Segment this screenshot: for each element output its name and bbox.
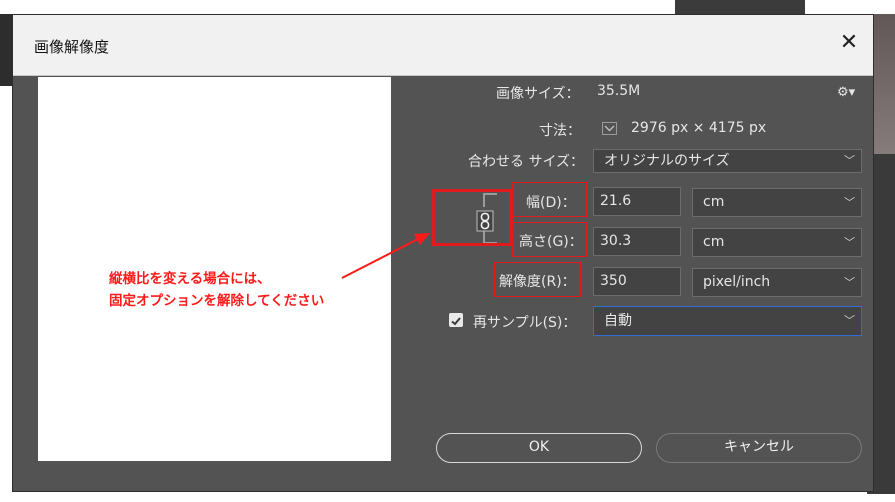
dimensions-unit-toggle[interactable]	[602, 122, 617, 135]
cancel-button[interactable]: キャンセル	[656, 433, 862, 463]
annotation-line-2: 固定オプションを解除してください	[109, 293, 325, 309]
width-value: 21.6	[600, 193, 632, 209]
highlight-width-label	[512, 182, 587, 217]
chevron-down-icon: ﹀	[844, 154, 855, 167]
resample-selected: 自動	[604, 313, 632, 329]
gear-icon[interactable]: ⚙▾	[837, 85, 855, 101]
close-icon[interactable]: ✕	[835, 29, 863, 57]
ok-button[interactable]: OK	[436, 433, 642, 463]
resample-select[interactable]: 自動 ﹀	[593, 306, 862, 336]
resample-label: 再サンプル(S)：	[473, 315, 577, 331]
resolution-input[interactable]: 350	[593, 267, 681, 296]
image-size-dialog: 画像解像度 ✕ 画像サイズ： 35.5M ⚙▾ 寸法： 2976 px × 41…	[12, 14, 874, 492]
background-panel	[675, 0, 805, 14]
annotation-arrow-icon	[341, 233, 430, 279]
height-value: 30.3	[600, 233, 632, 249]
image-size-value: 35.5M	[597, 83, 641, 99]
chevron-down-icon: ﹀	[844, 314, 855, 327]
dimensions-value: 2976 px × 4175 px	[631, 120, 767, 136]
chevron-down-icon: ﹀	[844, 236, 855, 249]
fit-to-label: 合わせる サイズ：	[468, 154, 585, 170]
annotation-line-1: 縦横比を変える場合には、	[109, 271, 271, 287]
resolution-unit: pixel/inch	[703, 274, 771, 290]
height-unit: cm	[703, 234, 725, 250]
highlight-link-box	[432, 189, 513, 246]
width-unit: cm	[703, 194, 725, 210]
resample-checkbox[interactable]	[449, 313, 463, 327]
fit-to-select[interactable]: オリジナルのサイズ ﹀	[593, 149, 862, 173]
dialog-title: 画像解像度	[34, 38, 110, 56]
width-unit-select[interactable]: cm ﹀	[692, 188, 862, 217]
titlebar: 画像解像度 ✕	[13, 15, 873, 76]
height-input[interactable]: 30.3	[593, 227, 681, 256]
image-size-label: 画像サイズ：	[496, 86, 580, 102]
width-input[interactable]: 21.6	[593, 187, 681, 216]
highlight-resolution-label	[494, 262, 581, 297]
resolution-value: 350	[600, 273, 627, 289]
background-left-dark	[0, 14, 12, 86]
chevron-down-icon: ﹀	[844, 196, 855, 209]
resolution-unit-select[interactable]: pixel/inch ﹀	[692, 268, 862, 297]
checkmark-icon	[451, 317, 461, 326]
height-unit-select[interactable]: cm ﹀	[692, 228, 862, 257]
chevron-down-icon: ﹀	[844, 276, 855, 289]
highlight-height-label	[512, 222, 587, 257]
background-left-white	[0, 86, 12, 492]
dimensions-label: 寸法：	[539, 123, 581, 139]
fit-to-selected: オリジナルのサイズ	[604, 153, 730, 169]
chevron-down-icon	[604, 125, 615, 132]
